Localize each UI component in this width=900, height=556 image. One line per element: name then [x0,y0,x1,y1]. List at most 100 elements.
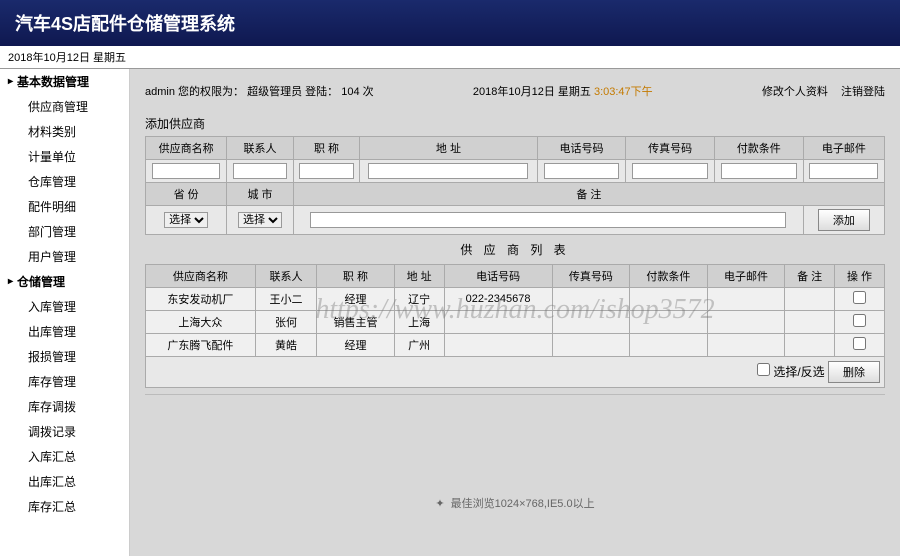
form-title: 添加供应商 [145,111,885,136]
row-checkbox[interactable] [853,291,866,304]
footer-note: 最佳浏览1024×768,IE5.0以上 [145,495,885,511]
cell-note [785,334,835,357]
supplier-list-table: 供应商名称联系人职 称地 址电话号码传真号码付款条件电子邮件备 注操 作 东安发… [145,264,885,357]
cell-note [785,288,835,311]
table-row: 东安发动机厂王小二经理辽宁022-2345678 [146,288,885,311]
nav-item-parts[interactable]: 配件明细 [0,194,129,219]
th-phone: 电话号码 [537,137,626,160]
row-checkbox[interactable] [853,337,866,350]
input-note[interactable] [310,212,786,228]
input-addr[interactable] [368,163,528,179]
nav-item-damage[interactable]: 报损管理 [0,344,129,369]
select-all-checkbox[interactable] [757,363,770,376]
cell-contact: 张何 [255,311,316,334]
nav-item-unit[interactable]: 计量单位 [0,144,129,169]
list-th-1: 联系人 [255,265,316,288]
cell-phone [444,334,552,357]
cell-pay [630,334,708,357]
login-count: 104 [341,86,359,98]
add-form-table: 供应商名称 联系人 职 称 地 址 电话号码 传真号码 付款条件 电子邮件 [145,136,885,235]
cell-note [785,311,835,334]
list-th-8: 备 注 [785,265,835,288]
th-note: 备 注 [293,183,884,206]
cell-name: 广东腾飞配件 [146,334,256,357]
nav-item-user[interactable]: 用户管理 [0,244,129,269]
list-th-0: 供应商名称 [146,265,256,288]
nav-item-stock[interactable]: 库存管理 [0,369,129,394]
cell-title: 销售主管 [317,311,395,334]
nav-item-supplier[interactable]: 供应商管理 [0,94,129,119]
nav-item-warehouse[interactable]: 仓库管理 [0,169,129,194]
input-phone[interactable] [544,163,620,179]
list-title: 供 应 商 列 表 [145,235,885,264]
input-fax[interactable] [632,163,708,179]
th-province: 省 份 [146,183,227,206]
login-prefix: 登陆： [305,86,338,98]
link-logout[interactable]: 注销登陆 [841,86,885,98]
table-row: 上海大众张何销售主管上海 [146,311,885,334]
cell-fax [552,288,630,311]
cell-phone [444,311,552,334]
th-fax: 传真号码 [626,137,715,160]
cell-phone: 022-2345678 [444,288,552,311]
cell-name: 上海大众 [146,311,256,334]
th-city: 城 市 [227,183,294,206]
input-name[interactable] [152,163,221,179]
cell-contact: 王小二 [255,288,316,311]
list-th-9: 操 作 [835,265,885,288]
cell-email [707,311,785,334]
nav-item-stocksum[interactable]: 库存汇总 [0,494,129,519]
main-content: admin 您的权限为： 超级管理员 登陆： 104 次 2018年10月12日… [130,69,900,556]
list-th-6: 付款条件 [630,265,708,288]
th-title: 职 称 [293,137,360,160]
nav-item-material[interactable]: 材料类别 [0,119,129,144]
cell-email [707,334,785,357]
user-name: admin [145,86,175,98]
login-suffix: 次 [363,86,374,98]
nav-section-basic[interactable]: 基本数据管理 [0,69,129,94]
cell-addr: 上海 [394,311,444,334]
input-title[interactable] [299,163,354,179]
nav-item-transferlog[interactable]: 调拨记录 [0,419,129,444]
nav-item-inbound[interactable]: 入库管理 [0,294,129,319]
row-checkbox[interactable] [853,314,866,327]
list-th-4: 电话号码 [444,265,552,288]
th-addr: 地 址 [360,137,537,160]
sidebar: 基本数据管理 供应商管理 材料类别 计量单位 仓库管理 配件明细 部门管理 用户… [0,69,130,556]
cell-contact: 黄皓 [255,334,316,357]
select-city[interactable]: 选择 [238,212,282,228]
cell-pay [630,311,708,334]
th-contact: 联系人 [227,137,294,160]
nav-item-transfer[interactable]: 库存调拨 [0,394,129,419]
role: 超级管理员 [247,86,302,98]
cell-title: 经理 [317,288,395,311]
date-bar: 2018年10月12日 星期五 [0,46,900,69]
cell-name: 东安发动机厂 [146,288,256,311]
topbar: admin 您的权限为： 超级管理员 登陆： 104 次 2018年10月12日… [145,79,885,111]
select-province[interactable]: 选择 [164,212,208,228]
table-row: 广东腾飞配件黄皓经理广州 [146,334,885,357]
delete-button[interactable]: 删除 [828,361,880,383]
cell-email [707,288,785,311]
list-th-3: 地 址 [394,265,444,288]
select-toggle-label: 选择/反选 [773,365,824,379]
cell-addr: 辽宁 [394,288,444,311]
input-contact[interactable] [233,163,288,179]
app-header: 汽车4S店配件仓储管理系统 [0,0,900,46]
link-profile[interactable]: 修改个人资料 [762,86,828,98]
nav-item-outbound[interactable]: 出库管理 [0,319,129,344]
cell-pay [630,288,708,311]
input-email[interactable] [809,163,878,179]
nav-item-outsum[interactable]: 出库汇总 [0,469,129,494]
list-th-7: 电子邮件 [707,265,785,288]
time-clock: 3:03:47下午 [594,86,653,98]
nav-item-dept[interactable]: 部门管理 [0,219,129,244]
add-button[interactable]: 添加 [818,209,870,231]
nav-item-insum[interactable]: 入库汇总 [0,444,129,469]
th-name: 供应商名称 [146,137,227,160]
role-prefix: 您的权限为： [178,86,244,98]
input-pay[interactable] [721,163,797,179]
cell-title: 经理 [317,334,395,357]
list-th-2: 职 称 [317,265,395,288]
nav-section-storage[interactable]: 仓储管理 [0,269,129,294]
